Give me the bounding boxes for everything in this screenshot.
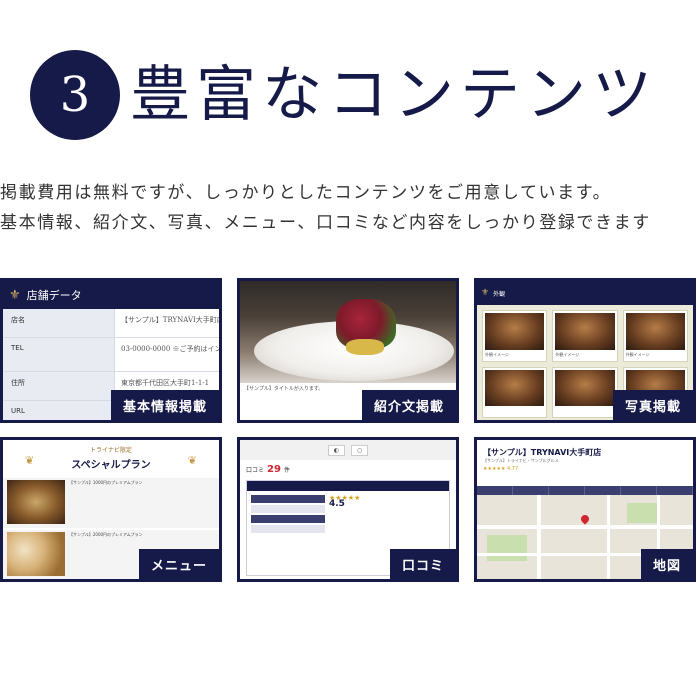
intro-line-2: 基本情報、紹介文、写真、メニュー、口コミなど内容をしっかり登録できます [0,213,651,233]
store-tab [657,486,693,495]
garnish-shape [346,339,384,355]
intro-line-1: 掲載費用は無料ですが、しっかりとしたコンテンツをご用意しています。 [0,183,612,203]
photo-cell: 外観イメージ [622,310,688,362]
tile-map[interactable]: 【サンプル】TRYNAVI大手町店 【サンプル】トライナビ・サンプルグルメ ★★… [474,437,696,582]
fleur-icon: ⚜ [481,288,490,298]
row-value: 03-0000-0000 ※ご予約はインターネットのみ [121,345,219,353]
photo-cell [552,366,618,418]
map-road [537,495,541,579]
store-tab [585,486,621,495]
row-key: URL [3,401,115,420]
review-count-unit: 件 [283,466,290,474]
hero-section: 3 豊富なコンテンツ [0,0,697,150]
section-number-badge: 3 [30,50,120,140]
store-tab [513,486,549,495]
tile-intro-text[interactable]: 【サンプル】タイトルが入ります。 紹介文掲載 [237,278,459,423]
tile-menu[interactable]: ❦ ❦ トライナビ限定 スペシャルプラン 【サンプル】1000円のプレミアムプラ… [0,437,222,582]
photo-caption: 外観イメージ [485,351,509,357]
photo-image [555,369,615,406]
photo-image [555,313,615,350]
map-park [487,535,527,561]
sidebar-bar [251,525,325,533]
menu-photo [7,480,65,524]
gallery-header: ⚜ 外観 [477,281,693,305]
map-store-header: 【サンプル】TRYNAVI大手町店 【サンプル】トライナビ・サンプルグルメ ★★… [477,440,693,486]
tile-label: 口コミ [389,549,456,579]
store-rating: ★★★★★ 4.77 [483,466,519,472]
sidebar-bar [251,515,325,523]
toolbar-chip: ○ [351,444,369,456]
photo-caption [555,406,614,415]
review-count-label: 口コミ [246,466,265,474]
tile-label: 紹介文掲載 [361,390,456,420]
intro-text: 掲載費用は無料ですが、しっかりとしたコンテンツをご用意しています。 基本情報、紹… [0,178,697,238]
dish-photo [240,281,456,383]
store-name: 【サンプル】TRYNAVI大手町店 [483,448,602,457]
menu-item: 【サンプル】1000円のプレミアムプラン [3,478,219,528]
section-title: 豊富なコンテンツ [130,60,658,130]
row-key: 店名 [3,309,115,337]
store-data-title: 店舗データ [26,289,82,302]
store-tabs [477,486,693,495]
toolbar-chip: ◐ [327,444,345,456]
photo-cell: 外観イメージ [482,310,548,362]
menu-item-text: 【サンプル】1000円のプレミアムプラン [69,480,143,485]
tile-label: 基本情報掲載 [110,390,219,420]
review-sidebar [251,495,325,571]
tile-label: メニュー [138,549,219,579]
ornament-icon: ❦ [187,454,197,467]
row-key: 住所 [3,372,115,400]
store-data-header: ⚜ 店舗データ [3,281,219,309]
store-tab [621,486,657,495]
review-toolbar: ◐ ○ [240,440,456,460]
menu-title: スペシャルプラン [71,460,151,471]
photo-caption: 外観イメージ [555,351,580,357]
photo-caption: 外観イメージ [625,351,650,357]
row-key: TEL [3,338,115,371]
photo-image [625,313,685,350]
menu-kicker: トライナビ限定 [90,447,132,454]
tile-label: 地図 [640,549,693,579]
store-tab [477,486,513,495]
store-row-tel: TEL 03-0000-0000 ※ご予約はインターネットのみ [3,338,219,372]
sidebar-bar [251,495,325,503]
tile-photos[interactable]: ⚜ 外観 外観イメージ 外観イメージ 外観イメージ 写真掲載 [474,278,696,423]
review-panel-header [247,481,449,491]
sidebar-bar [251,505,325,513]
map-road [477,525,693,529]
map-park [627,503,657,523]
review-count: 口コミ 29 件 [240,460,456,478]
store-tab [549,486,585,495]
menu-photo [7,532,65,576]
photo-image [485,369,545,406]
review-count-value: 29 [267,463,281,475]
tile-reviews[interactable]: ◐ ○ 口コミ 29 件 ★★★★★ 4.5 口コミ [237,437,459,582]
photo-cell: 外観イメージ [552,310,618,362]
row-value: 【サンプル】TRYNAVI大手町店 [121,316,219,324]
photo-image [485,313,545,350]
fleur-icon: ⚜ [9,287,21,303]
tile-basic-info[interactable]: ⚜ 店舗データ 店名 【サンプル】TRYNAVI大手町店 TEL 03-0000… [0,278,222,423]
menu-header: ❦ ❦ トライナビ限定 スペシャルプラン [3,440,219,478]
ornament-icon: ❦ [25,454,35,467]
map-road [607,495,610,579]
photo-cell [482,366,548,418]
gallery-title: 外観 [493,290,506,298]
store-row-name: 店名 【サンプル】TRYNAVI大手町店 [3,309,219,338]
map-pin-icon [579,513,591,525]
tile-label: 写真掲載 [612,390,693,420]
photo-caption [485,406,544,415]
